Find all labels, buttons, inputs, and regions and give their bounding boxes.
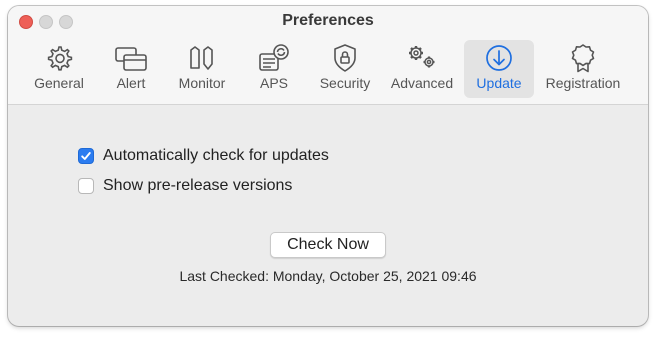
toolbar-label-update: Update	[476, 75, 522, 91]
auto-check-label[interactable]: Automatically check for updates	[103, 147, 329, 165]
monitor-icon	[190, 46, 213, 70]
prerelease-row[interactable]: Show pre-release versions	[78, 177, 292, 195]
toolbar-item-update[interactable]: Update	[464, 40, 534, 98]
shield-lock-icon	[334, 44, 356, 72]
toolbar-item-registration[interactable]: Registration	[541, 40, 625, 98]
alert-windows-icon	[115, 47, 147, 71]
auto-check-checkbox[interactable]	[78, 148, 94, 164]
preferences-window: Preferences General Alert Monitor APS Se…	[8, 6, 648, 326]
toolbar-label-security: Security	[319, 75, 371, 91]
check-now-button[interactable]: Check Now	[270, 232, 386, 258]
prerelease-label[interactable]: Show pre-release versions	[103, 177, 292, 195]
download-arrow-icon	[486, 45, 512, 71]
toolbar-label-monitor: Monitor	[178, 75, 226, 91]
toolbar-label-general: General	[34, 75, 84, 91]
update-pane: Automatically check for updates Show pre…	[8, 105, 648, 326]
award-badge-icon	[571, 44, 595, 73]
toolbar-label-advanced: Advanced	[390, 75, 454, 91]
toolbar-item-security[interactable]: Security	[314, 40, 376, 98]
toolbar-label-aps: APS	[259, 75, 288, 91]
toolbar-item-alert[interactable]: Alert	[102, 40, 160, 98]
last-checked-text: Last Checked: Monday, October 25, 2021 0…	[179, 268, 477, 284]
toolbar-item-aps[interactable]: APS	[248, 40, 300, 98]
toolbar-item-monitor[interactable]: Monitor	[170, 40, 234, 98]
toolbar-label-alert: Alert	[116, 75, 146, 91]
prerelease-checkbox[interactable]	[78, 178, 94, 194]
titlebar: Preferences General Alert Monitor APS Se…	[8, 6, 648, 105]
auto-check-row[interactable]: Automatically check for updates	[78, 147, 329, 165]
toolbar-item-general[interactable]: General	[24, 40, 94, 98]
toolbar-item-advanced[interactable]: Advanced	[386, 40, 458, 98]
window-title: Preferences	[282, 12, 374, 29]
aps-icon	[259, 44, 289, 71]
gears-icon	[409, 46, 435, 68]
toolbar-label-registration: Registration	[545, 75, 621, 91]
checkmark-icon	[81, 152, 91, 160]
gear-icon	[47, 46, 73, 71]
